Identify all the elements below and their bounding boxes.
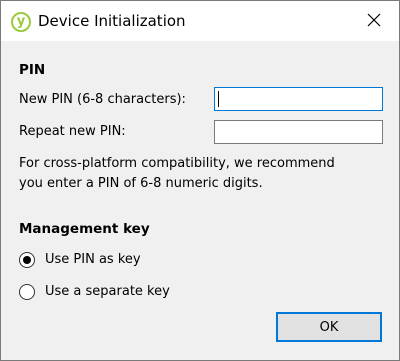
new-pin-input[interactable] xyxy=(214,87,383,111)
ok-button[interactable]: OK xyxy=(276,312,382,342)
device-initialization-dialog: y Device Initialization PIN New PIN (6-8… xyxy=(0,0,400,361)
yubico-logo-icon: y xyxy=(11,12,31,32)
management-key-section-title: Management key xyxy=(19,221,150,237)
pin-recommendation-text: For cross-platform compatibility, we rec… xyxy=(19,154,389,194)
pin-section-title: PIN xyxy=(19,62,46,78)
close-icon xyxy=(367,13,381,27)
radio-use-separate-key[interactable]: Use a separate key xyxy=(19,282,170,302)
radio-use-pin-as-key[interactable]: Use PIN as key xyxy=(19,250,141,270)
repeat-pin-input[interactable] xyxy=(214,120,383,144)
text-caret xyxy=(218,91,219,107)
radio-button-checked[interactable] xyxy=(19,252,35,268)
repeat-pin-label: Repeat new PIN: xyxy=(19,124,126,139)
radio-label-use-separate-key: Use a separate key xyxy=(45,284,170,299)
info-line-1: For cross-platform compatibility, we rec… xyxy=(19,156,335,171)
new-pin-label: New PIN (6-8 characters): xyxy=(19,92,186,107)
info-line-2: you enter a PIN of 6-8 numeric digits. xyxy=(19,176,263,191)
close-button[interactable] xyxy=(363,9,385,31)
title-bar: y Device Initialization xyxy=(1,1,399,41)
radio-label-use-pin-as-key: Use PIN as key xyxy=(45,252,141,267)
window-title: Device Initialization xyxy=(38,12,186,30)
radio-button-unchecked[interactable] xyxy=(19,284,35,300)
